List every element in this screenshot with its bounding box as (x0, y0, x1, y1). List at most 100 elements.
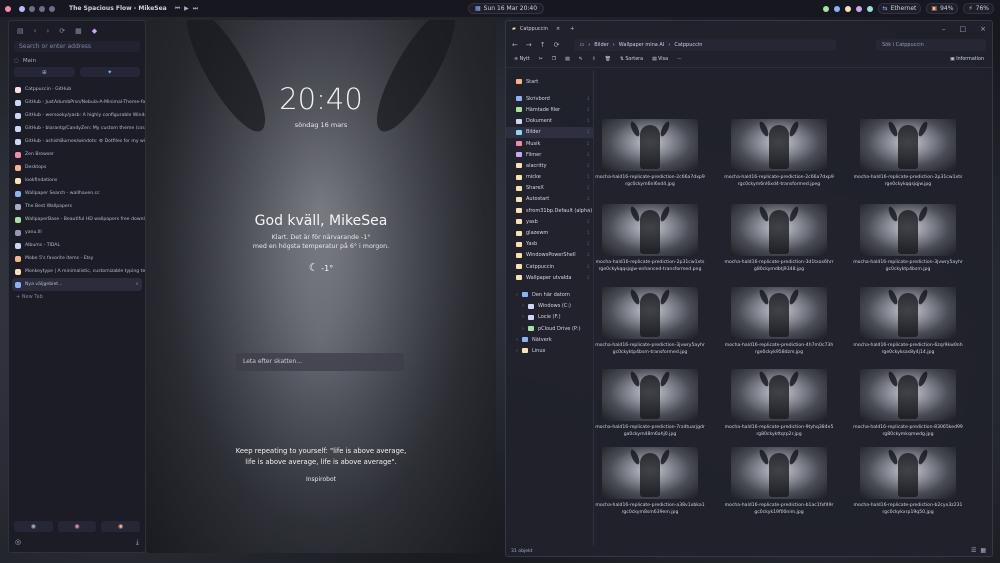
browser-tab[interactable]: Nya välj­gebiet... × (12, 278, 142, 291)
file-thumbnail[interactable] (602, 447, 698, 499)
file-name[interactable]: mocha-hald16-replicate-prediction-2p31cw… (853, 175, 963, 188)
minimize-icon[interactable]: – (942, 25, 946, 33)
file-thumbnail[interactable] (731, 204, 827, 256)
workspace-1[interactable] (19, 5, 25, 12)
workspace-switch-icon[interactable]: ◎ (15, 538, 21, 547)
browser-tab[interactable]: Wallpaper Search - wallhaven.cc (9, 187, 145, 200)
tray-app-icon[interactable] (833, 5, 840, 12)
tray-app-icon[interactable] (866, 5, 873, 12)
battery-widget[interactable]: ⚡ 76% (963, 3, 994, 14)
paste-icon[interactable]: ▤ (565, 57, 570, 62)
file-name[interactable]: mocha-hald16-replicate-prediction-3jvwry… (853, 260, 963, 273)
file-thumbnail[interactable] (602, 204, 698, 256)
nav-item[interactable]: alacritty ⟟ (506, 160, 593, 171)
essential-app[interactable]: ◉ (101, 521, 141, 532)
downloads-icon[interactable]: ⤓ (136, 538, 139, 547)
nav-item[interactable]: Catppuccin ⟟ (506, 261, 593, 272)
breadcrumb-item[interactable]: Bilder (594, 42, 609, 48)
file-thumbnail[interactable] (731, 119, 827, 171)
pinned-tab[interactable]: ⊕ (14, 67, 75, 77)
workspace-4[interactable] (49, 5, 55, 12)
pinned-tab[interactable]: ✦ (79, 67, 140, 77)
browser-tab[interactable]: Desktops (9, 161, 145, 174)
nav-item[interactable]: › pCloud Drive (P:) (506, 323, 593, 334)
clock-widget[interactable]: ▦ Sun 16 Mar 20:40 (468, 3, 545, 14)
essential-app[interactable]: ◉ (57, 521, 97, 532)
file-thumbnail[interactable] (602, 287, 698, 339)
close-tab-icon[interactable]: × (556, 26, 560, 32)
file-name[interactable]: mocha-hald16-replicate-prediction-2p31cw… (595, 260, 705, 273)
file-name[interactable]: mocha-hald16-replicate-prediction-3d1txa… (724, 260, 834, 273)
rename-icon[interactable]: ✎ (579, 57, 583, 62)
file-name[interactable]: mocha-hald16-replicate-prediction-6zqr9k… (853, 343, 963, 356)
reload-icon[interactable]: ⟳ (59, 27, 65, 35)
tray-app-icon[interactable] (855, 5, 862, 12)
file-thumbnail[interactable] (731, 369, 827, 421)
tiles-view-icon[interactable]: ▦ (980, 547, 986, 554)
cut-icon[interactable]: ✂ (539, 57, 543, 62)
details-button[interactable]: ▣ Information (950, 57, 984, 62)
workspace-2[interactable] (29, 5, 35, 12)
close-icon[interactable]: × (980, 25, 986, 33)
file-name[interactable]: mocha-hald16-replicate-prediction-7rzdtu… (595, 425, 705, 438)
view-button[interactable]: ▤ Visa (652, 57, 668, 62)
file-name[interactable]: mocha-hald16-replicate-prediction-3jvwry… (595, 343, 705, 356)
chevron-icon[interactable]: › (522, 326, 524, 332)
tray-app-icon[interactable] (822, 5, 829, 12)
forward-icon[interactable]: › (46, 27, 49, 35)
extensions-icon[interactable]: ▦ (75, 27, 82, 35)
browser-tab[interactable]: yanu.lll (9, 226, 145, 239)
nav-item[interactable]: › Locie (F:) (506, 312, 593, 323)
file-thumbnail[interactable] (860, 119, 956, 171)
details-view-icon[interactable]: ☰ (971, 547, 976, 554)
nav-item[interactable]: yasb ⟟ (506, 216, 593, 227)
breadcrumb[interactable]: ▭ › Bilder › Wallpaper mina AI › Catppuc… (573, 38, 836, 51)
file-name[interactable]: mocha-hald16-replicate-prediction-2c66a7… (595, 175, 705, 188)
back-icon[interactable]: ← (512, 41, 518, 49)
nav-item[interactable]: Skrivbord ⟟ (506, 93, 593, 104)
browser-tab[interactable]: The Best Wallpapers (9, 200, 145, 213)
delete-icon[interactable]: 🗑 (605, 57, 611, 62)
browser-tab[interactable]: Catppuccin · GitHub (9, 83, 145, 96)
browser-tab[interactable]: lookfindations (9, 174, 145, 187)
file-thumbnail[interactable] (860, 287, 956, 339)
nav-item[interactable]: Wallpaper utvalda ⟟ (506, 272, 593, 283)
browser-tab[interactable]: WallpaperBase - Beautiful HD wallpapers … (9, 213, 145, 226)
file-thumbnail[interactable] (860, 447, 956, 499)
cpu-widget[interactable]: ▣ 94% (926, 3, 959, 14)
nav-item[interactable]: › Linux (506, 345, 593, 356)
browser-tab[interactable]: GitHub - ashishBurnee/windots: ⚙ Dotfile… (9, 135, 145, 148)
nav-item[interactable]: Yasb ⟟ (506, 239, 593, 250)
sort-button[interactable]: ⇅ Sortera (620, 57, 643, 62)
breadcrumb-item[interactable]: Wallpaper mina AI (619, 42, 665, 48)
file-name[interactable]: mocha-hald16-replicate-prediction-83065k… (853, 425, 963, 438)
menu-icon[interactable]: ◆ (92, 27, 97, 35)
file-thumbnail[interactable] (860, 369, 956, 421)
file-name[interactable]: mocha-hald16-replicate-prediction-b1ac1f… (724, 503, 834, 516)
nav-item[interactable]: Dokument ⟟ (506, 116, 593, 127)
search-input[interactable]: Leta efter skatten... (236, 353, 404, 371)
maximize-icon[interactable]: □ (960, 25, 967, 33)
nav-item[interactable]: ShareX ⟟ (506, 183, 593, 194)
file-thumbnail[interactable] (602, 119, 698, 171)
nav-item[interactable]: Bilder ⟟ (506, 126, 593, 138)
nav-item[interactable]: Filmer ⟟ (506, 149, 593, 160)
file-name[interactable]: mocha-hald16-replicate-prediction-4h7m0c… (724, 343, 834, 356)
address-bar[interactable]: Search or enter address (14, 41, 140, 52)
breadcrumb-item[interactable]: Catppuccin (674, 42, 702, 48)
browser-tab[interactable]: Mobe 5's favorite items - Etsy (9, 252, 145, 265)
file-name[interactable]: mocha-hald16-replicate-prediction-9tyhq3… (724, 425, 834, 438)
nav-item[interactable]: › Windows (C:) (506, 301, 593, 312)
previous-icon[interactable]: ⏮ (175, 5, 180, 13)
chevron-icon[interactable]: › (516, 348, 518, 354)
sidebar-toggle-icon[interactable]: ▤ (17, 27, 24, 35)
close-tab-icon[interactable]: × (135, 282, 139, 287)
browser-tab[interactable]: Albums - TIDAL (9, 239, 145, 252)
chevron-icon[interactable]: › (516, 337, 518, 343)
next-icon[interactable]: ⏭ (193, 5, 198, 13)
essential-app[interactable]: ◉ (14, 521, 53, 532)
file-name[interactable]: mocha-hald16-replicate-prediction-2c66a7… (724, 175, 834, 188)
play-icon[interactable]: ▶ (184, 5, 189, 13)
browser-tab[interactable]: Zen Browser (9, 148, 145, 161)
network-widget[interactable]: ⇆ Ethernet (877, 3, 922, 14)
